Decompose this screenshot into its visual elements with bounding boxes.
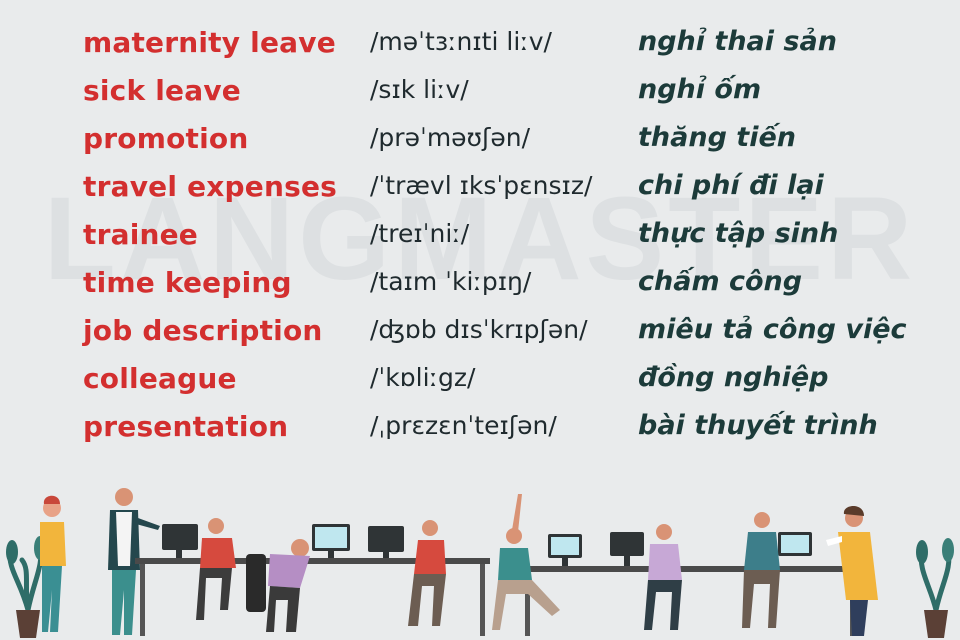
seated-worker-icon xyxy=(246,539,310,632)
vocab-meaning: chấm công xyxy=(638,266,803,297)
vocab-ipa: /məˈtɜːnɪti liːv/ xyxy=(370,27,552,56)
vocab-term: colleague xyxy=(83,362,237,395)
vocab-term: presentation xyxy=(83,410,289,443)
vocab-term: trainee xyxy=(83,218,198,251)
vocab-ipa: /sɪk liːv/ xyxy=(370,75,469,104)
vocab-row: maternity leave /məˈtɜːnɪti liːv/ nghỉ t… xyxy=(0,22,960,70)
seated-worker-icon xyxy=(742,512,780,628)
vocab-ipa: /ʤɒb dɪsˈkrɪpʃən/ xyxy=(370,315,588,344)
vocab-meaning: thăng tiến xyxy=(638,122,796,153)
vocab-row: presentation /ˌprɛzɛnˈteɪʃən/ bài thuyết… xyxy=(0,406,960,454)
vocab-meaning: đồng nghiệp xyxy=(638,362,829,393)
seated-worker-icon xyxy=(644,524,682,630)
vocab-meaning: nghỉ ốm xyxy=(638,74,762,105)
person-standing-left-icon xyxy=(40,495,66,632)
vocab-term: time keeping xyxy=(83,266,292,299)
vocab-row: colleague /ˈkɒliːgz/ đồng nghiệp xyxy=(0,358,960,406)
office-desk-icon xyxy=(520,532,860,636)
vocab-row: time keeping /taɪm ˈkiːpɪŋ/ chấm công xyxy=(0,262,960,310)
office-workers-illustration xyxy=(6,488,954,638)
vocabulary-list: maternity leave /məˈtɜːnɪti liːv/ nghỉ t… xyxy=(0,22,960,454)
vocab-ipa: /taɪm ˈkiːpɪŋ/ xyxy=(370,267,532,296)
vocab-term: job description xyxy=(83,314,323,347)
seated-worker-icon xyxy=(196,518,236,620)
vocab-row: job description /ʤɒb dɪsˈkrɪpʃən/ miêu t… xyxy=(0,310,960,358)
vocab-row: trainee /treɪˈniː/ thực tập sinh xyxy=(0,214,960,262)
vocab-meaning: chi phí đi lại xyxy=(638,170,824,201)
vocab-ipa: /ˈkɒliːgz/ xyxy=(370,363,476,392)
vocab-row: sick leave /sɪk liːv/ nghỉ ốm xyxy=(0,70,960,118)
vocab-row: travel expenses /ˈtrævl ɪksˈpɛnsɪz/ chi … xyxy=(0,166,960,214)
vocab-ipa: /ˌprɛzɛnˈteɪʃən/ xyxy=(370,411,557,440)
vocab-meaning: thực tập sinh xyxy=(638,218,839,249)
vocab-term: maternity leave xyxy=(83,26,336,59)
vocab-term: sick leave xyxy=(83,74,241,107)
vocab-meaning: miêu tả công việc xyxy=(638,314,907,345)
vocab-meaning: nghỉ thai sản xyxy=(638,26,837,57)
vocab-ipa: /ˈtrævl ɪksˈpɛnsɪz/ xyxy=(370,171,593,200)
vocab-ipa: /prəˈməʊʃən/ xyxy=(370,123,531,152)
vocab-term: travel expenses xyxy=(83,170,338,203)
vocab-row: promotion /prəˈməʊʃən/ thăng tiến xyxy=(0,118,960,166)
potted-plant-right-icon xyxy=(916,538,954,638)
vocab-meaning: bài thuyết trình xyxy=(638,410,878,441)
seated-worker-icon xyxy=(408,520,446,626)
vocab-ipa: /treɪˈniː/ xyxy=(370,219,470,248)
vocab-term: promotion xyxy=(83,122,249,155)
